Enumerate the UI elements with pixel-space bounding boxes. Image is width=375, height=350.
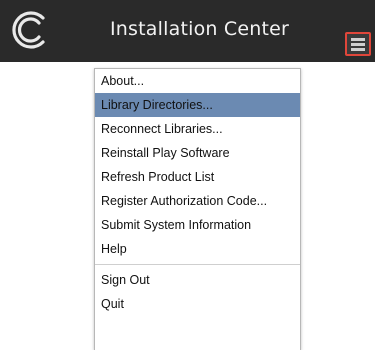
window-title: Installation Center <box>110 18 290 40</box>
menu-item-reinstall-play-software[interactable]: Reinstall Play Software <box>95 141 300 165</box>
menu-item-refresh-product-list[interactable]: Refresh Product List <box>95 165 300 189</box>
hamburger-bar <box>351 43 365 46</box>
menu-item-help[interactable]: Help <box>95 237 300 261</box>
dropdown-menu: About... Library Directories... Reconnec… <box>94 68 301 350</box>
menu-item-sign-out[interactable]: Sign Out <box>95 268 300 292</box>
app-logo-icon <box>12 11 45 49</box>
menu-item-about[interactable]: About... <box>95 69 300 93</box>
menu-item-library-directories[interactable]: Library Directories... <box>95 93 300 117</box>
menu-item-quit[interactable]: Quit <box>95 292 300 316</box>
menu-item-register-authorization-code[interactable]: Register Authorization Code... <box>95 189 300 213</box>
hamburger-bar <box>351 48 365 51</box>
menu-item-reconnect-libraries[interactable]: Reconnect Libraries... <box>95 117 300 141</box>
menu-item-submit-system-information[interactable]: Submit System Information <box>95 213 300 237</box>
title-bar: Installation Center <box>0 0 375 62</box>
menu-separator <box>95 264 300 265</box>
hamburger-menu-icon <box>351 38 365 41</box>
hamburger-menu-button[interactable] <box>345 32 371 56</box>
